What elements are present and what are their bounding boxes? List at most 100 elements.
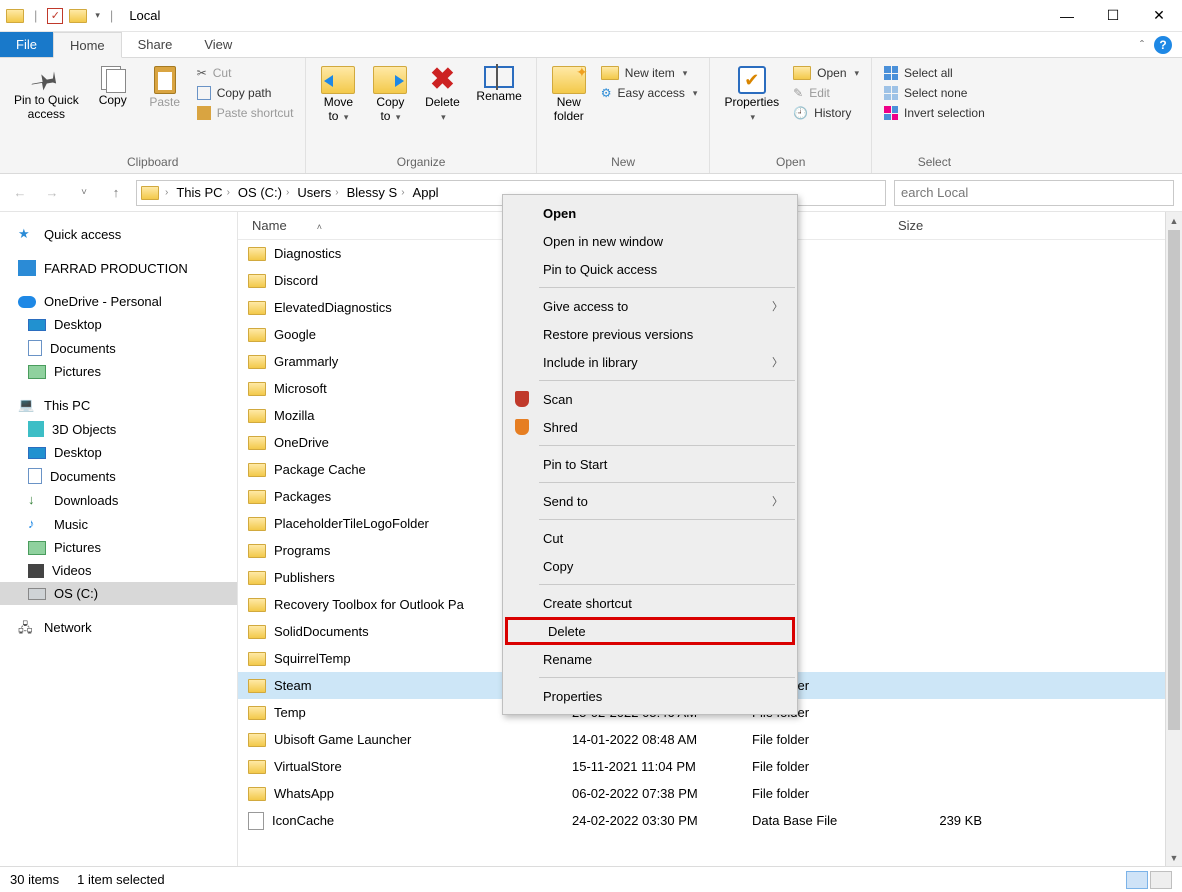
select-all-button[interactable]: Select all (880, 64, 989, 82)
nav-music[interactable]: ♪Music (0, 512, 237, 536)
context-item-include-in-library[interactable]: Include in library〉 (503, 348, 797, 376)
help-icon[interactable]: ? (1154, 36, 1172, 54)
collapse-ribbon-icon[interactable]: ˆ (1140, 38, 1144, 52)
easy-access-button[interactable]: ⚙Easy access▾ (597, 84, 702, 102)
table-row[interactable]: Ubisoft Game Launcher14-01-2022 08:48 AM… (238, 726, 1182, 753)
tab-share[interactable]: Share (122, 32, 189, 57)
nav-desktop[interactable]: Desktop (0, 441, 237, 464)
rename-button[interactable]: Rename (470, 62, 527, 108)
new-item-button[interactable]: New item▾ (597, 64, 702, 82)
file-type: File folder (752, 759, 902, 774)
context-item-scan[interactable]: Scan (503, 385, 797, 413)
scroll-down-icon[interactable]: ▼ (1166, 849, 1182, 866)
qat-folder-icon[interactable] (6, 9, 24, 23)
minimize-button[interactable]: — (1044, 0, 1090, 32)
invert-selection-button[interactable]: Invert selection (880, 104, 989, 122)
context-item-pin-to-quick-access[interactable]: Pin to Quick access (503, 255, 797, 283)
context-label: Pin to Quick access (543, 262, 657, 277)
file-name: Package Cache (274, 462, 366, 477)
nav-od-documents[interactable]: Documents (0, 336, 237, 360)
nav-up-button[interactable]: ↑ (104, 181, 128, 205)
copy-to-button[interactable]: Copy to ▾ (366, 62, 414, 128)
nav-videos[interactable]: Videos (0, 559, 237, 582)
picture-icon (28, 365, 46, 379)
maximize-button[interactable]: ☐ (1090, 0, 1136, 32)
scroll-up-icon[interactable]: ▲ (1166, 212, 1182, 229)
nav-forward-button[interactable]: → (40, 181, 64, 205)
table-row[interactable]: WhatsApp06-02-2022 07:38 PMFile folder (238, 780, 1182, 807)
tab-view[interactable]: View (188, 32, 248, 57)
context-item-delete[interactable]: Delete (505, 617, 795, 645)
nav-onedrive[interactable]: OneDrive - Personal (0, 290, 237, 313)
context-item-send-to[interactable]: Send to〉 (503, 487, 797, 515)
qat-newfolder-icon[interactable] (69, 9, 87, 23)
crumb-app[interactable]: Appl (411, 185, 441, 200)
context-item-rename[interactable]: Rename (503, 645, 797, 673)
file-name: Grammarly (274, 354, 338, 369)
table-row[interactable]: IconCache24-02-2022 03:30 PMData Base Fi… (238, 807, 1182, 834)
nav-quick-access[interactable]: ★Quick access (0, 222, 237, 246)
open-button[interactable]: Open▾ (789, 64, 863, 82)
chevron-right-icon[interactable]: › (165, 187, 168, 198)
nav-od-pictures[interactable]: Pictures (0, 360, 237, 383)
copy-button[interactable]: Copy (89, 62, 137, 112)
crumb-users[interactable]: Users› (295, 185, 340, 200)
context-item-pin-to-start[interactable]: Pin to Start (503, 450, 797, 478)
move-to-button[interactable]: Move to ▾ (314, 62, 362, 128)
context-item-copy[interactable]: Copy (503, 552, 797, 580)
nav-od-desktop[interactable]: Desktop (0, 313, 237, 336)
vertical-scrollbar[interactable]: ▲ ▼ (1165, 212, 1182, 866)
file-name: Discord (274, 273, 318, 288)
edit-button[interactable]: ✎Edit (789, 84, 863, 102)
delete-button[interactable]: ✖ Delete▾ (418, 62, 466, 128)
context-separator (539, 482, 795, 483)
crumb-thispc[interactable]: This PC› (174, 185, 232, 200)
search-input[interactable]: earch Local (894, 180, 1174, 206)
context-item-open-in-new-window[interactable]: Open in new window (503, 227, 797, 255)
context-item-give-access-to[interactable]: Give access to〉 (503, 292, 797, 320)
nav-pictures[interactable]: Pictures (0, 536, 237, 559)
nav-documents[interactable]: Documents (0, 464, 237, 488)
copy-to-icon (373, 66, 407, 94)
close-button[interactable]: ✕ (1136, 0, 1182, 32)
pc-icon: 💻 (18, 397, 36, 413)
qat-dropdown-icon[interactable]: ▾ (95, 10, 100, 21)
crumb-blessy[interactable]: Blessy S› (345, 185, 407, 200)
nav-thispc[interactable]: 💻This PC (0, 393, 237, 417)
paste-shortcut-button[interactable]: Paste shortcut (193, 104, 298, 122)
context-item-open[interactable]: Open (503, 199, 797, 227)
context-item-shred[interactable]: Shred (503, 413, 797, 441)
context-item-properties[interactable]: Properties (503, 682, 797, 710)
select-all-icon (884, 66, 898, 80)
tab-file[interactable]: File (0, 32, 53, 57)
table-row[interactable]: VirtualStore15-11-2021 11:04 PMFile fold… (238, 753, 1182, 780)
context-item-restore-previous-versions[interactable]: Restore previous versions (503, 320, 797, 348)
scroll-thumb[interactable] (1168, 230, 1180, 730)
properties-button[interactable]: Properties▾ (718, 62, 785, 128)
clipboard-icon (154, 66, 176, 94)
paste-button[interactable]: Paste (141, 62, 189, 114)
col-size[interactable]: Size (898, 218, 988, 233)
group-label-new: New (545, 153, 702, 171)
new-folder-button[interactable]: ✦ New folder (545, 62, 593, 128)
nav-os-drive[interactable]: OS (C:) (0, 582, 237, 605)
context-item-create-shortcut[interactable]: Create shortcut (503, 589, 797, 617)
title-bar: | ✓ ▾ | Local — ☐ ✕ (0, 0, 1182, 32)
tab-home[interactable]: Home (53, 32, 122, 58)
large-icons-view-button[interactable] (1150, 871, 1172, 889)
context-item-cut[interactable]: Cut (503, 524, 797, 552)
crumb-os[interactable]: OS (C:)› (236, 185, 291, 200)
nav-back-button[interactable]: ← (8, 181, 32, 205)
nav-recent-button[interactable]: ˅ (72, 181, 96, 205)
qat-properties-icon[interactable]: ✓ (47, 8, 63, 24)
copy-path-button[interactable]: Copy path (193, 84, 298, 102)
details-view-button[interactable] (1126, 871, 1148, 889)
cut-button[interactable]: ✂Cut (193, 64, 298, 82)
nav-downloads[interactable]: ↓Downloads (0, 488, 237, 512)
nav-3d-objects[interactable]: 3D Objects (0, 417, 237, 441)
nav-network[interactable]: 🖧Network (0, 615, 237, 639)
pin-quick-access-button[interactable]: Pin to Quick access (8, 62, 85, 126)
select-none-button[interactable]: Select none (880, 84, 989, 102)
history-button[interactable]: 🕘History (789, 104, 863, 122)
nav-farrad[interactable]: FARRAD PRODUCTION (0, 256, 237, 280)
